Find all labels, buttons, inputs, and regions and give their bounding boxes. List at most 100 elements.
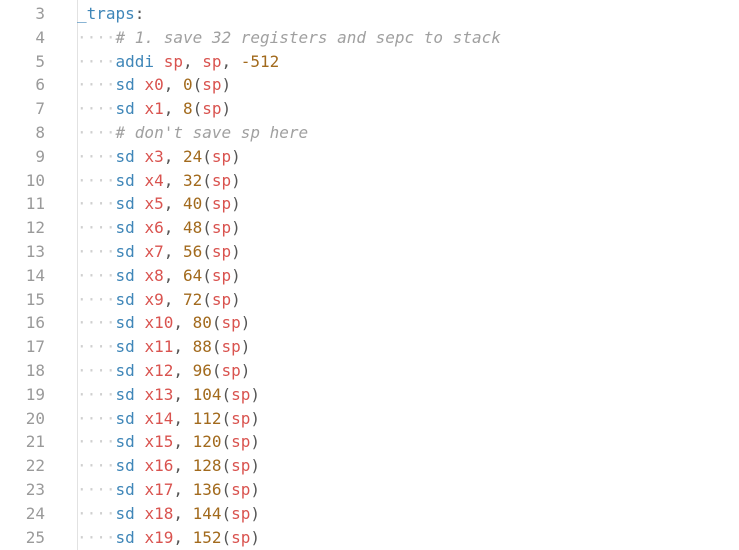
code-line[interactable]: 21 ····sd x15, 120(sp) (0, 430, 739, 454)
token-op: sd (115, 384, 135, 404)
line-number: 8 (35, 123, 45, 142)
token-reg: sp (211, 170, 232, 190)
token-reg: sp (211, 242, 232, 261)
token-punct: ) (250, 527, 261, 547)
whitespace-marker: ···· (77, 456, 116, 476)
token-reg: x16 (144, 456, 174, 476)
token-punct: ( (221, 384, 232, 404)
token-reg: x9 (144, 289, 164, 309)
token-reg: x3 (144, 146, 164, 166)
code-text: ····sd x1, 8(sp) (77, 97, 231, 121)
token-num: 56 (182, 242, 203, 261)
code-line[interactable]: 11 ····sd x5, 40(sp) (0, 192, 739, 216)
code-line[interactable]: 23 ····sd x17, 136(sp) (0, 478, 739, 502)
whitespace-marker: ···· (77, 480, 116, 499)
code-line[interactable]: 10 ····sd x4, 32(sp) (0, 169, 739, 193)
whitespace-marker: ···· (77, 361, 116, 380)
code-line[interactable]: 25 ····sd x19, 152(sp) (0, 526, 739, 550)
code-line[interactable]: 20 ····sd x14, 112(sp) (0, 407, 739, 431)
code-line[interactable]: 16 ····sd x10, 80(sp) (0, 311, 739, 335)
code-line[interactable]: 19 ····sd x13, 104(sp) (0, 383, 739, 407)
token-reg: x15 (144, 432, 174, 452)
code-text: ····# don't save sp here (77, 121, 308, 145)
token-op: addi (115, 51, 155, 71)
code-text: ····sd x8, 64(sp) (77, 264, 241, 288)
token-punct: , (163, 242, 183, 261)
line-number: 18 (25, 361, 45, 380)
line-number: 11 (25, 194, 45, 214)
line-number: 7 (35, 99, 45, 119)
code-line[interactable]: 14 ····sd x8, 64(sp) (0, 264, 739, 288)
code-line[interactable]: 17 ····sd x11, 88(sp) (0, 335, 739, 359)
token-punct: ( (221, 503, 232, 523)
token-reg: sp (202, 51, 222, 71)
token-punct: ( (202, 194, 212, 214)
token-reg: x18 (144, 503, 174, 523)
token-num: 32 (182, 170, 203, 190)
line-number: 24 (25, 503, 45, 523)
code-line[interactable]: 4 ····# 1. save 32 registers and sepc to … (0, 26, 739, 50)
code-line[interactable]: 24 ····sd x18, 144(sp) (0, 502, 739, 526)
token-punct: ) (231, 242, 241, 261)
whitespace-marker: ···· (77, 146, 116, 166)
token-punct: ( (221, 408, 232, 428)
token-num: 96 (192, 361, 212, 380)
token-num: 120 (192, 432, 222, 452)
token-punct: , (163, 289, 183, 309)
code-line[interactable]: 6 ····sd x0, 0(sp) (0, 73, 739, 97)
token-punct: ) (250, 456, 261, 476)
token-op: sd (115, 337, 135, 357)
code-text: ····sd x15, 120(sp) (77, 430, 260, 454)
code-line[interactable]: 9 ····sd x3, 24(sp) (0, 145, 739, 169)
token-punct (135, 385, 145, 404)
code-line[interactable]: 13 ····sd x7, 56(sp) (0, 240, 739, 264)
whitespace-marker: ···· (77, 527, 116, 547)
token-punct: , (163, 265, 183, 285)
token-punct: ) (240, 313, 251, 333)
code-line[interactable]: 18 ····sd x12, 96(sp) (0, 359, 739, 383)
token-reg: sp (221, 313, 241, 333)
token-punct (135, 409, 145, 428)
line-number: 12 (25, 218, 45, 238)
code-text: ····sd x6, 48(sp) (77, 216, 241, 240)
token-num: 72 (182, 289, 203, 309)
code-line[interactable]: 5 ····addi sp, sp, -512 (0, 50, 739, 74)
code-line[interactable]: 12 ····sd x6, 48(sp) (0, 216, 739, 240)
code-text: ····sd x0, 0(sp) (77, 73, 231, 97)
token-punct: ) (250, 480, 261, 499)
line-number: 22 (25, 456, 45, 476)
code-editor[interactable]: 3 _traps: 4 ····# 1. save 32 registers and … (0, 0, 739, 550)
code-line[interactable]: 15 ····sd x9, 72(sp) (0, 288, 739, 312)
code-line[interactable]: 3 _traps: (0, 2, 739, 26)
whitespace-marker: ···· (77, 313, 116, 333)
whitespace-marker: ···· (77, 75, 116, 95)
whitespace-marker: ···· (77, 408, 116, 428)
token-punct: , (173, 408, 193, 428)
token-punct: , (163, 99, 183, 119)
code-line[interactable]: 22 ····sd x16, 128(sp) (0, 454, 739, 478)
token-num: 128 (192, 456, 222, 476)
whitespace-marker: ···· (77, 51, 116, 71)
token-reg: sp (211, 265, 232, 285)
token-punct (135, 242, 145, 261)
token-op: sd (115, 146, 135, 166)
token-punct (135, 99, 145, 118)
token-op: sd (115, 408, 135, 428)
token-punct (154, 52, 164, 71)
line-number: 20 (25, 408, 45, 428)
token-op: sd (115, 289, 135, 309)
token-punct: ( (211, 361, 222, 380)
code-text: ····# 1. save 32 registers and sepc to s… (77, 26, 501, 50)
code-text: ····sd x12, 96(sp) (77, 359, 250, 383)
line-number: 16 (25, 313, 45, 333)
token-punct: , (173, 527, 193, 547)
token-reg: sp (231, 480, 251, 499)
code-line[interactable]: 8 ····# don't save sp here (0, 121, 739, 145)
token-punct (135, 528, 145, 547)
token-punct (135, 504, 145, 523)
token-punct: , (163, 146, 183, 166)
token-op: sd (115, 313, 135, 333)
token-num: 112 (192, 408, 222, 428)
code-line[interactable]: 7 ····sd x1, 8(sp) (0, 97, 739, 121)
token-reg: x0 (144, 75, 164, 95)
